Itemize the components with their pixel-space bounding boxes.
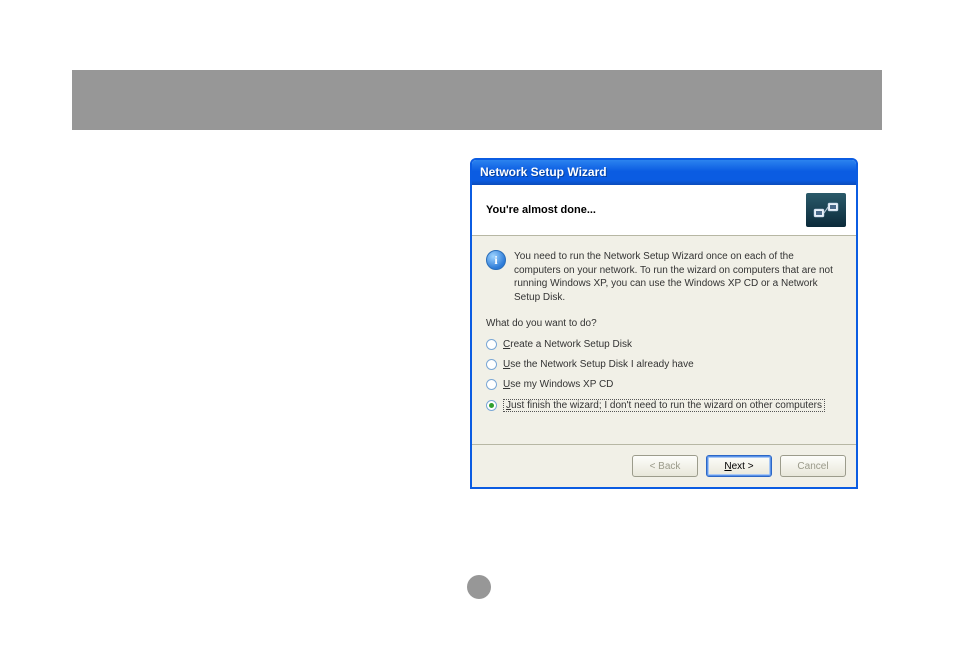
window-title: Network Setup Wizard <box>480 165 607 179</box>
wizard-body: i You need to run the Network Setup Wiza… <box>472 236 856 444</box>
wizard-header-title: You're almost done... <box>486 204 596 216</box>
button-row: < Back Next > Cancel <box>472 444 856 487</box>
option-create-disk[interactable]: Create a Network Setup Disk <box>486 339 842 350</box>
info-icon: i <box>486 250 506 270</box>
option-use-existing-disk[interactable]: Use the Network Setup Disk I already hav… <box>486 359 842 370</box>
option-label: Just finish the wizard; I don't need to … <box>503 399 825 412</box>
cancel-button-label: Cancel <box>797 461 828 472</box>
option-label: Use the Network Setup Disk I already hav… <box>503 359 694 370</box>
back-button-label: < Back <box>650 461 681 472</box>
next-button-label: Next > <box>724 461 753 472</box>
back-button: < Back <box>632 455 698 477</box>
radio-icon <box>486 400 497 411</box>
radio-icon <box>486 379 497 390</box>
option-just-finish[interactable]: Just finish the wizard; I don't need to … <box>486 399 842 412</box>
next-button[interactable]: Next > <box>706 455 772 477</box>
info-text: You need to run the Network Setup Wizard… <box>514 250 842 304</box>
radio-icon <box>486 359 497 370</box>
wizard-header: You're almost done... <box>472 185 856 236</box>
network-icon <box>806 193 846 227</box>
option-label: Use my Windows XP CD <box>503 379 613 390</box>
page-header-bar <box>72 70 882 130</box>
option-label: Create a Network Setup Disk <box>503 339 632 350</box>
prompt-text: What do you want to do? <box>486 318 842 329</box>
radio-icon <box>486 339 497 350</box>
cancel-button: Cancel <box>780 455 846 477</box>
option-group: Create a Network Setup Disk Use the Netw… <box>486 339 842 412</box>
network-setup-wizard-window: Network Setup Wizard You're almost done.… <box>470 158 858 489</box>
info-row: i You need to run the Network Setup Wiza… <box>486 250 842 304</box>
option-use-xp-cd[interactable]: Use my Windows XP CD <box>486 379 842 390</box>
titlebar[interactable]: Network Setup Wizard <box>472 160 856 185</box>
page-number-circle <box>467 575 491 599</box>
